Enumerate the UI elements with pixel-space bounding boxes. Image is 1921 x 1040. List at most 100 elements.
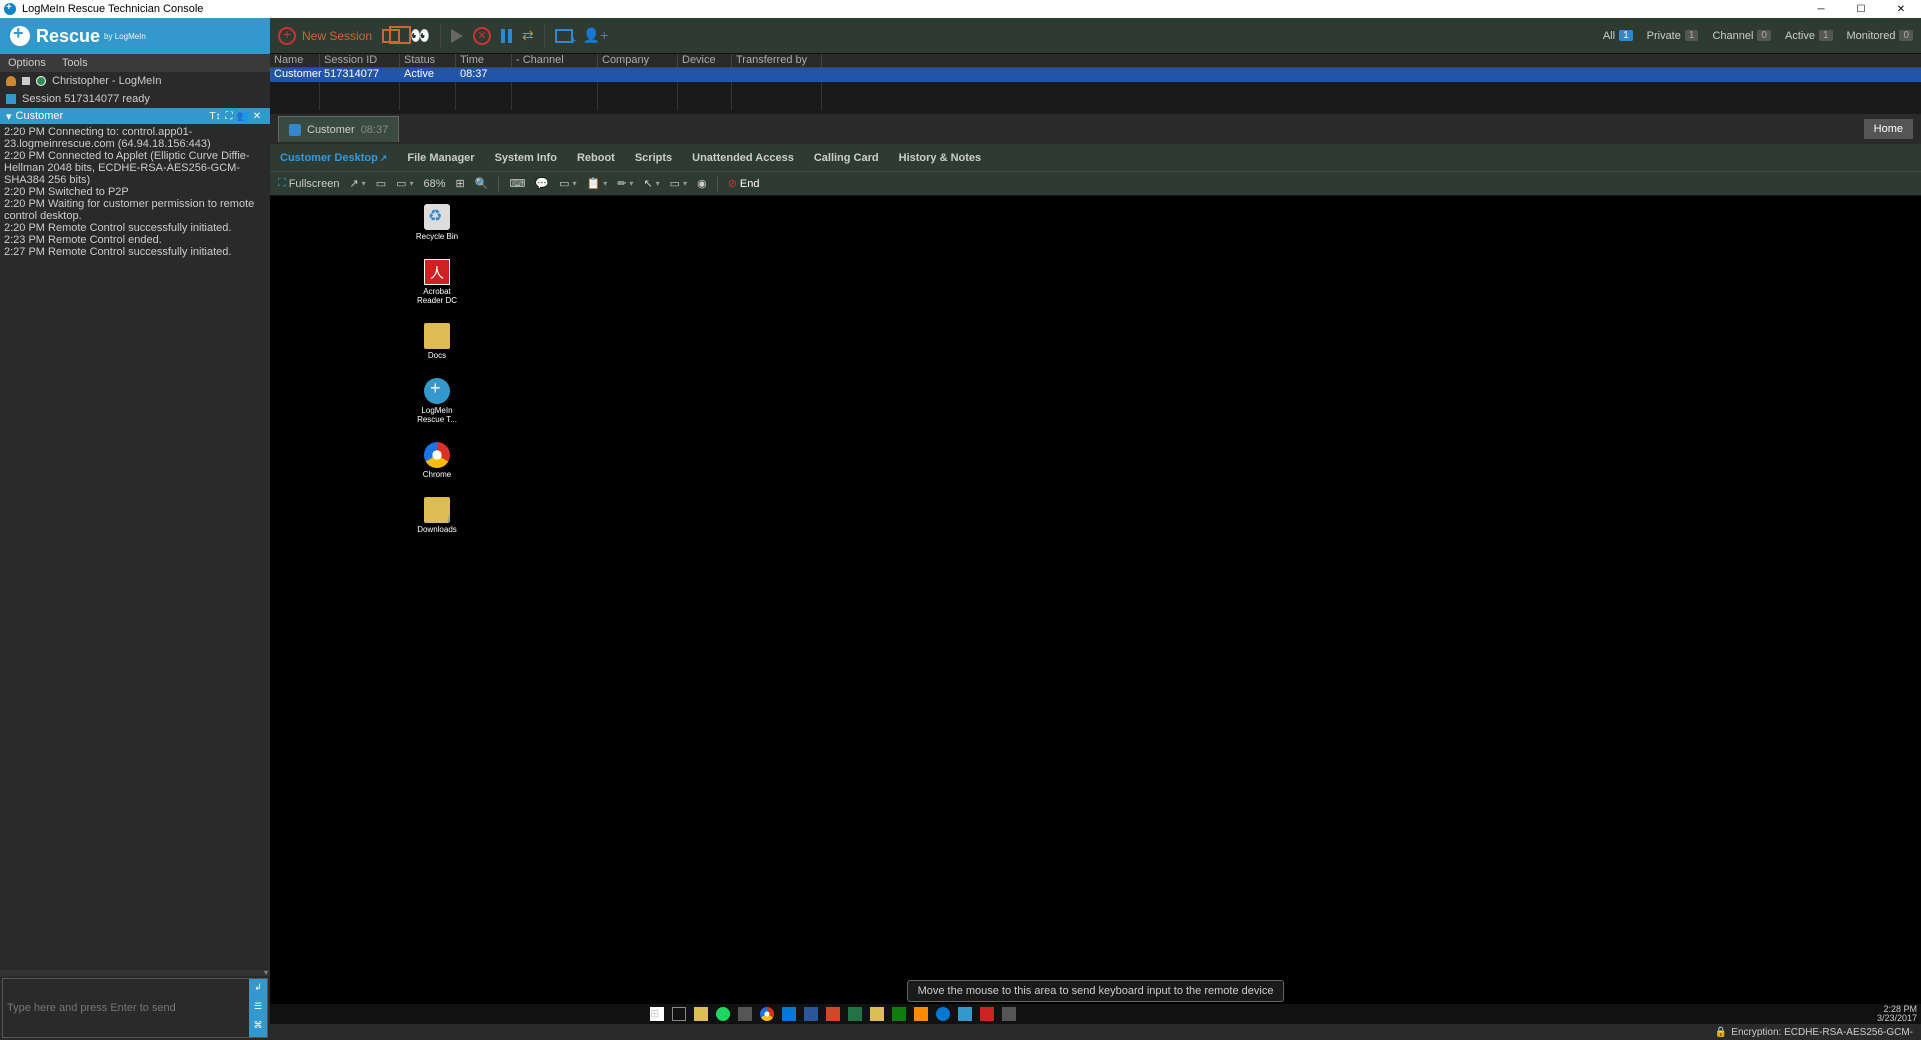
pause-button[interactable] (501, 29, 512, 43)
tab-reboot[interactable]: Reboot (577, 152, 615, 164)
explorer-icon[interactable] (694, 1007, 708, 1021)
menu-options[interactable]: Options (8, 57, 46, 69)
chevron-down-icon: ▾ (683, 179, 687, 188)
separator (544, 24, 545, 48)
splitter-handle[interactable]: ▾ (0, 970, 270, 976)
word-icon[interactable] (804, 1007, 818, 1021)
tab-unattended[interactable]: Unattended Access (692, 152, 794, 164)
system-tray[interactable]: 2:28 PM 3/23/2017 (1877, 1005, 1917, 1023)
draw-button[interactable]: ✏▾ (617, 177, 633, 190)
fit-button[interactable]: ↗▾ (349, 177, 365, 190)
screens-button[interactable] (382, 29, 400, 43)
outlook-icon[interactable] (782, 1007, 796, 1021)
menu-tools[interactable]: Tools (62, 57, 88, 69)
recycle-bin-icon (424, 204, 450, 230)
tab-scripts[interactable]: Scripts (635, 152, 672, 164)
link-icon[interactable]: ⌘ (251, 1020, 265, 1034)
col-name[interactable]: Name (270, 54, 320, 67)
excel-icon[interactable] (848, 1007, 862, 1021)
col-device[interactable]: Device (678, 54, 732, 67)
app-icon[interactable] (1002, 1007, 1016, 1021)
app-orange-icon[interactable] (914, 1007, 928, 1021)
app-icon[interactable] (738, 1007, 752, 1021)
col-channel[interactable]: - Channel (512, 54, 598, 67)
desktop-icon-chrome[interactable]: Chrome (410, 442, 464, 479)
chat-input-wrap: ↲ ☰ ⌘ (2, 978, 268, 1038)
fullscreen-button[interactable]: ⛶Fullscreen (278, 177, 339, 190)
remote-desktop-view[interactable]: Recycle Bin Acrobat Reader DC Docs LogMe… (270, 196, 1921, 1024)
people-icon[interactable]: 👥 (236, 111, 250, 122)
session-tab-customer[interactable]: Customer 08:37 (278, 116, 399, 142)
play-button[interactable] (451, 29, 463, 43)
col-status[interactable]: Status (400, 54, 456, 67)
spotify-icon[interactable] (716, 1007, 730, 1021)
tab-customer-desktop[interactable]: Customer Desktop↗ (280, 152, 387, 164)
chat-input[interactable] (3, 979, 249, 1037)
clipboard-icon: 📋 (586, 177, 600, 190)
powerpoint-icon[interactable] (826, 1007, 840, 1021)
zoom-fit-button[interactable]: ⊞ (456, 177, 465, 190)
chat-button[interactable]: 💬 (535, 177, 549, 190)
clipboard-button[interactable]: 📋▾ (586, 177, 607, 190)
filter-all[interactable]: All1 (1603, 30, 1633, 42)
col-sid[interactable]: Session ID (320, 54, 400, 67)
zoom-level[interactable]: 68% (424, 178, 446, 190)
onenote-icon[interactable] (892, 1007, 906, 1021)
col-transfer[interactable]: Transferred by (732, 54, 822, 67)
desktop-icon-downloads[interactable]: Downloads (410, 497, 464, 534)
screenshot-button[interactable]: ▭▾ (559, 177, 576, 190)
transfer-button[interactable]: ⇄ (522, 27, 534, 44)
task-view-icon[interactable] (672, 1007, 686, 1021)
status-online-icon[interactable] (36, 76, 46, 86)
color-button[interactable]: ▭▾ (396, 177, 413, 190)
desktop-icon-docs[interactable]: Docs (410, 323, 464, 360)
col-company[interactable]: Company (598, 54, 678, 67)
binoculars-button[interactable]: 👀 (410, 26, 430, 46)
filter-private[interactable]: Private1 (1647, 30, 1699, 42)
desktop-icon-acrobat[interactable]: Acrobat Reader DC (410, 259, 464, 305)
ctrl-alt-del-button[interactable]: ⌨ (509, 177, 525, 190)
expand-icon[interactable]: ⛶ (222, 111, 236, 122)
record-button[interactable]: ◉ (697, 177, 707, 190)
whiteboard-button[interactable]: ▭▾ (670, 177, 687, 190)
col-time[interactable]: Time (456, 54, 512, 67)
windows-start-icon[interactable]: ⊞ (650, 1007, 664, 1021)
tab-calling-card[interactable]: Calling Card (814, 152, 879, 164)
filter-active[interactable]: Active1 (1785, 30, 1833, 42)
filter-channel[interactable]: Channel0 (1712, 30, 1771, 42)
desktop-icon-rescue[interactable]: LogMeIn Rescue T... (410, 378, 464, 424)
customer-panel-header[interactable]: ▾ Customer T↕ ⛶ 👥 ✕ (0, 108, 270, 124)
tab-file-manager[interactable]: File Manager (407, 152, 474, 164)
acrobat-taskbar-icon[interactable] (980, 1007, 994, 1021)
tray-clock[interactable]: 2:28 PM 3/23/2017 (1877, 1005, 1917, 1023)
stop-button[interactable]: ✕ (473, 27, 491, 45)
home-button[interactable]: Home (1864, 119, 1913, 139)
desktop-icon-recycle[interactable]: Recycle Bin (410, 204, 464, 241)
maximize-button[interactable]: ☐ (1841, 0, 1881, 18)
rescue-taskbar-icon[interactable] (958, 1007, 972, 1021)
add-screen-button[interactable] (555, 29, 573, 43)
skype-icon[interactable] (936, 1007, 950, 1021)
attach-icon[interactable]: ☰ (251, 1001, 265, 1015)
tab-system-info[interactable]: System Info (495, 152, 557, 164)
magnify-button[interactable]: 🔍 (475, 177, 489, 190)
new-session-button[interactable]: New Session (278, 27, 372, 45)
separator (717, 177, 718, 191)
close-panel-icon[interactable]: ✕ (250, 111, 264, 122)
remote-taskbar[interactable]: ⊞ (270, 1004, 1921, 1024)
minimize-button[interactable]: ─ (1801, 0, 1841, 18)
send-icon[interactable]: ↲ (251, 982, 265, 996)
tab-history[interactable]: History & Notes (899, 152, 982, 164)
laser-button[interactable]: ↖▾ (643, 177, 659, 190)
end-button[interactable]: ⊘ End (728, 177, 760, 190)
folder-taskbar-icon[interactable] (870, 1007, 884, 1021)
session-row[interactable]: Customer 517314077 Active 08:37 (270, 68, 1921, 82)
add-user-button[interactable]: 👤+ (583, 27, 609, 44)
chrome-taskbar-icon[interactable] (760, 1007, 774, 1021)
multi-monitor-button[interactable]: ▭ (376, 177, 386, 190)
transfer-icon: ⇄ (522, 27, 534, 44)
cad-icon: ⌨ (509, 177, 525, 190)
text-size-icon[interactable]: T↕ (208, 111, 222, 122)
filter-monitored[interactable]: Monitored0 (1847, 30, 1913, 42)
close-button[interactable]: ✕ (1881, 0, 1921, 18)
